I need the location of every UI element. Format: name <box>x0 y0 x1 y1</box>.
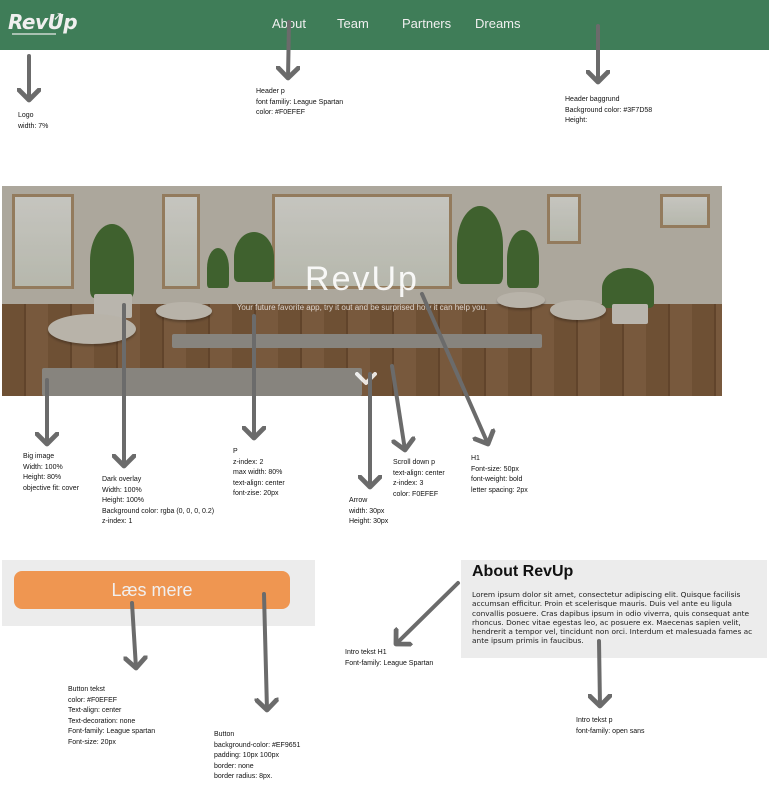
hero-big-image: RevUp Your future favorite app, try it o… <box>2 186 722 396</box>
logo-arrow-icon: ➚ <box>53 9 64 23</box>
intro-section: About RevUp Lorem ipsum dolor sit amet, … <box>461 560 767 658</box>
annotation-intro-p: Intro tekst p font-family: open sans <box>576 717 645 735</box>
hero-title: RevUp <box>305 260 419 298</box>
annotation-button-text: Button tekst color: #F0EFEF Text-align: … <box>68 686 156 746</box>
annotation-arrow: Arrow width: 30px Height: 30px <box>349 497 389 525</box>
annotation-header-p: Header p font familiy: League Spartan co… <box>256 88 344 116</box>
annotation-intro-h1: Intro tekst H1 Font-family: League Spart… <box>345 649 434 667</box>
read-more-button[interactable]: Læs mere <box>14 571 290 609</box>
annotation-header-bg: Header baggrund Background color: #3F7D5… <box>565 96 653 124</box>
logo[interactable]: RevUp <box>8 10 78 34</box>
annotation-h1: H1 Font-size: 50px font-weight: bold let… <box>471 455 528 494</box>
logo-tagline-line <box>12 33 56 35</box>
nav-link-partners[interactable]: Partners <box>402 16 451 31</box>
annotation-dark-overlay: Dark overlay Width: 100% Height: 100% Ba… <box>102 476 215 525</box>
annotation-scroll-down: Scroll down p text-align: center z-index… <box>393 459 445 498</box>
arrow-to-intro-h1-note <box>396 581 460 644</box>
annotation-logo: Logo width: 7% <box>18 112 49 130</box>
annotation-p: P z-index: 2 max width: 80% text-align: … <box>233 448 285 497</box>
intro-title: About RevUp <box>472 563 574 580</box>
site-header: RevUp ➚ About Team Partners Dreams <box>0 0 769 50</box>
hero-subtitle: Your future favorite app, try it out and… <box>236 303 488 312</box>
chevron-down-icon[interactable] <box>355 372 377 386</box>
intro-text: Lorem ipsum dolor sit amet, consectetur … <box>472 590 753 646</box>
button-section: Læs mere <box>2 560 315 626</box>
nav-link-about[interactable]: About <box>272 16 306 31</box>
annotation-button: Button background-color: #EF9651 padding… <box>214 731 301 780</box>
nav-link-team[interactable]: Team <box>337 16 369 31</box>
nav-link-dreams[interactable]: Dreams <box>475 16 521 31</box>
annotation-big-image: Big image Width: 100% Height: 80% object… <box>23 453 80 492</box>
